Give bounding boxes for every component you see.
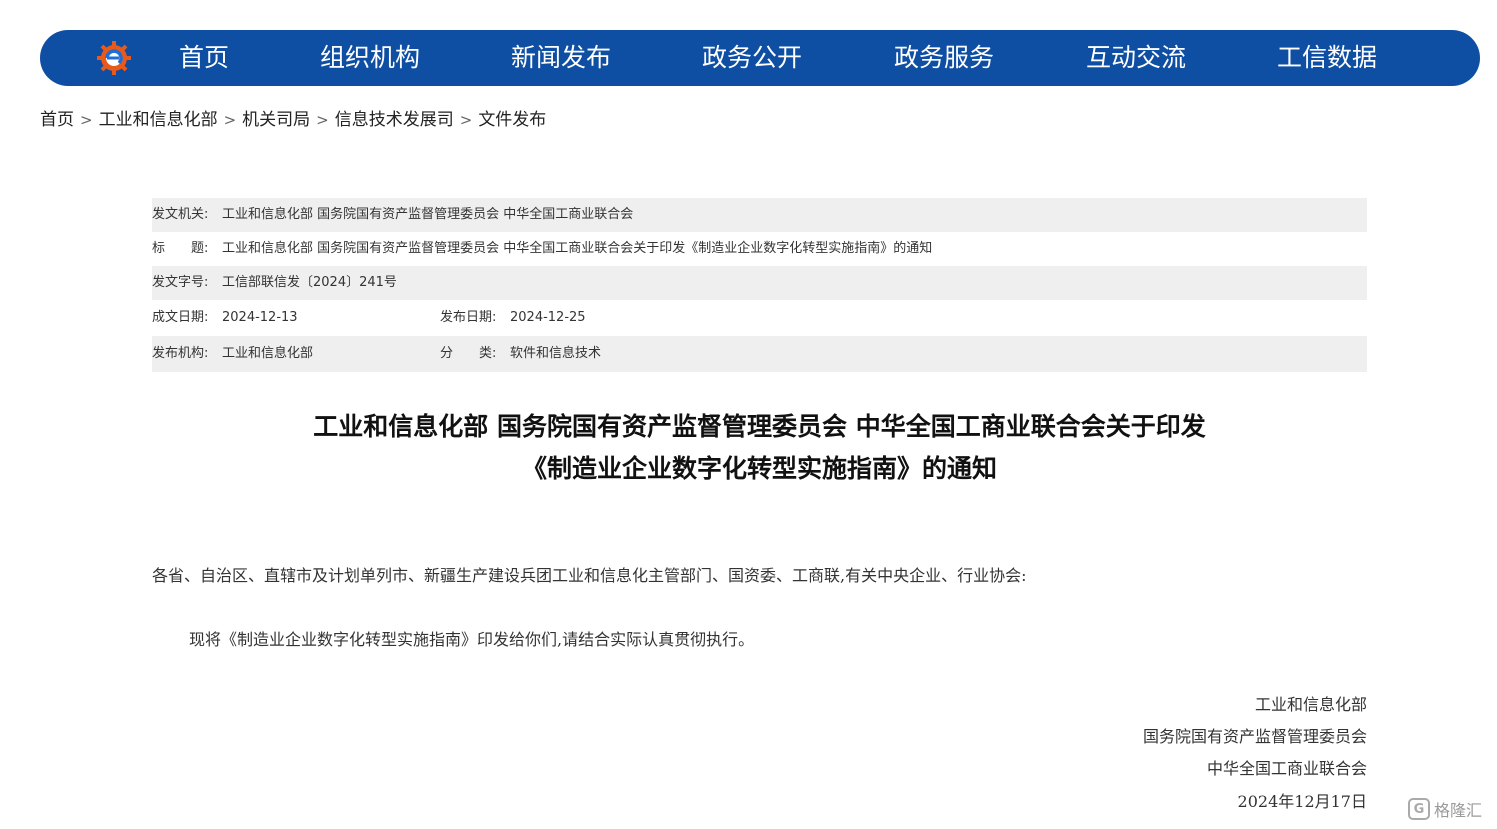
main-navbar: 首页 组织机构 新闻发布 政务公开 政务服务 互动交流 工信数据 (40, 30, 1480, 86)
nav-news[interactable]: 新闻发布 (511, 30, 611, 86)
nav-data[interactable]: 工信数据 (1277, 30, 1377, 86)
breadcrumb-it-development[interactable]: 信息技术发展司 (335, 110, 454, 130)
title-value: 工业和信息化部 国务院国有资产监督管理委员会 中华全国工商业联合会关于印发《制造… (222, 241, 933, 256)
breadcrumb-miit[interactable]: 工业和信息化部 (99, 110, 218, 130)
breadcrumb-separator: > (223, 111, 237, 129)
meta-row-docno: 发文字号: 工信部联信发〔2024〕241号 (152, 266, 1367, 300)
published-date-value: 2024-12-25 (510, 310, 586, 325)
breadcrumb-separator: > (459, 111, 473, 129)
document-metadata: 发文机关: 工业和信息化部 国务院国有资产监督管理委员会 中华全国工商业联合会 … (152, 198, 1367, 372)
document-title-line1: 工业和信息化部 国务院国有资产监督管理委员会 中华全国工商业联合会关于印发 (313, 412, 1206, 441)
document-title: 工业和信息化部 国务院国有资产监督管理委员会 中华全国工商业联合会关于印发 《制… (152, 406, 1367, 490)
category-label: 分 类: (440, 346, 497, 361)
nav-organization[interactable]: 组织机构 (320, 30, 420, 86)
miit-logo-icon[interactable] (96, 40, 132, 76)
breadcrumb-separator: > (316, 111, 329, 129)
signature-miit: 工业和信息化部 (1254, 695, 1367, 714)
document-date: 2024年12月17日 (1237, 792, 1367, 811)
breadcrumb-documents[interactable]: 文件发布 (478, 110, 546, 130)
docno-value: 工信部联信发〔2024〕241号 (222, 275, 397, 290)
nav-government-affairs[interactable]: 政务公开 (702, 30, 802, 86)
breadcrumb-home[interactable]: 首页 (40, 110, 74, 130)
meta-row-dates: 成文日期: 2024-12-13 发布日期: 2024-12-25 (152, 300, 1367, 336)
meta-row-title: 标 题: 工业和信息化部 国务院国有资产监督管理委员会 中华全国工商业联合会关于… (152, 232, 1367, 266)
published-date-label: 发布日期: (440, 310, 497, 325)
org-label: 发布机构: (152, 346, 209, 361)
signature-sasac: 国务院国有资产监督管理委员会 (1142, 727, 1367, 746)
watermark-text: 格隆汇 (1434, 801, 1483, 820)
written-date-label: 成文日期: (152, 310, 209, 325)
nav-interaction[interactable]: 互动交流 (1086, 30, 1186, 86)
watermark: G 格隆汇 (1408, 796, 1482, 822)
meta-row-issuer: 发文机关: 工业和信息化部 国务院国有资产监督管理委员会 中华全国工商业联合会 (152, 198, 1367, 232)
breadcrumb-departments[interactable]: 机关司局 (242, 110, 310, 130)
gelonghui-logo-icon: G (1408, 798, 1430, 820)
category-value: 软件和信息技术 (510, 346, 602, 361)
issuer-value: 工业和信息化部 国务院国有资产监督管理委员会 中华全国工商业联合会 (222, 207, 634, 222)
issuer-label: 发文机关: (152, 207, 209, 222)
document-paragraph: 现将《制造业企业数字化转型实施指南》印发给你们,请结合实际认真贯彻执行。 (189, 630, 755, 649)
nav-home[interactable]: 首页 (179, 30, 229, 86)
document-salutation: 各省、自治区、直辖市及计划单列市、新疆生产建设兵团工业和信息化主管部门、国资委、… (152, 566, 1027, 585)
document-title-line2: 《制造业企业数字化转型实施指南》的通知 (521, 454, 997, 483)
signature-acfic: 中华全国工商业联合会 (1206, 759, 1367, 778)
nav-government-services[interactable]: 政务服务 (894, 30, 994, 86)
breadcrumb-separator: > (80, 111, 93, 129)
written-date-value: 2024-12-13 (222, 310, 298, 325)
title-label: 标 题: (152, 241, 209, 256)
meta-row-org: 发布机构: 工业和信息化部 分 类: 软件和信息技术 (152, 336, 1367, 372)
org-value: 工业和信息化部 (222, 346, 314, 361)
docno-label: 发文字号: (152, 275, 209, 290)
breadcrumb: 首页 > 工业和信息化部 > 机关司局 > 信息技术发展司 > 文件发布 (40, 107, 546, 133)
